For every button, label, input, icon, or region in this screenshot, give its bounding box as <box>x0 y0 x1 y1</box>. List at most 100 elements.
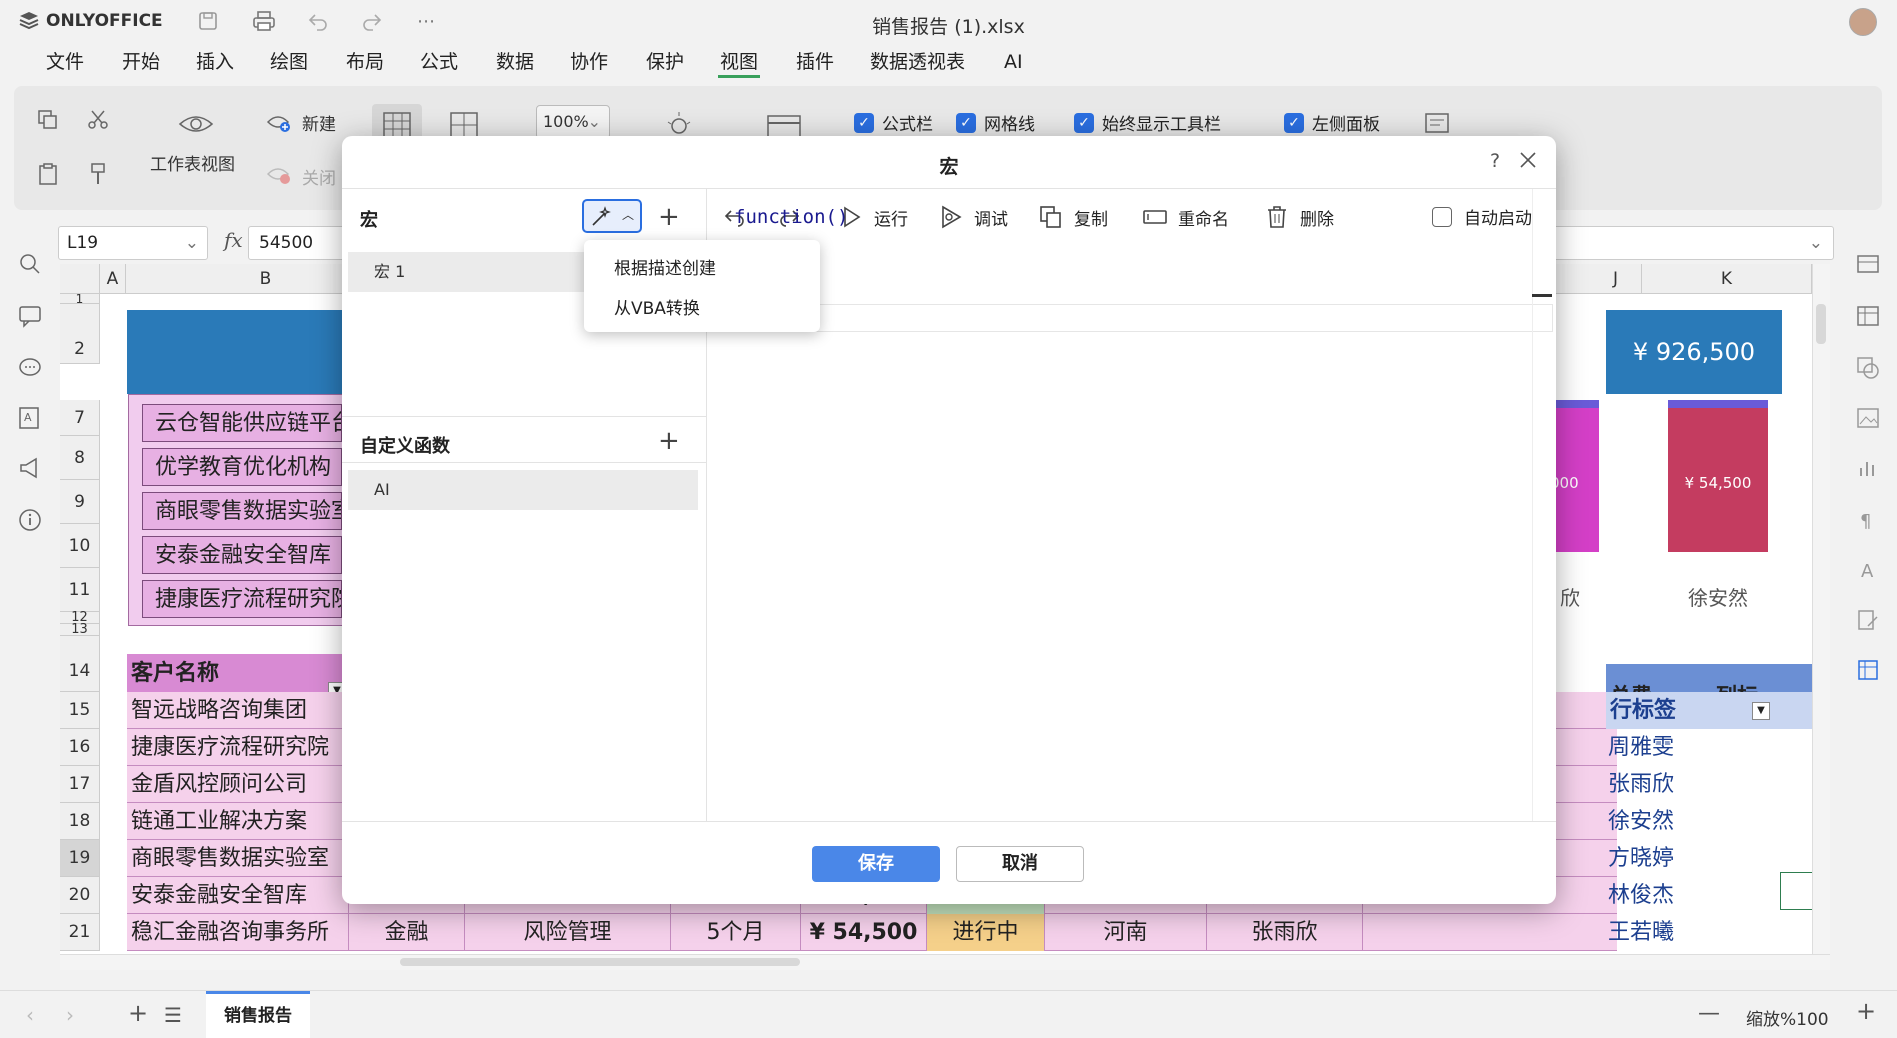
signature-icon[interactable] <box>1856 608 1882 634</box>
menu-plugins[interactable]: 插件 <box>794 48 836 78</box>
name-box[interactable]: L19 ⌄ <box>58 226 208 260</box>
print-icon[interactable] <box>252 10 276 34</box>
copy-button[interactable]: 复制 <box>1038 204 1108 230</box>
row-header-14[interactable]: 14 <box>60 636 100 692</box>
save-icon[interactable] <box>196 10 220 34</box>
zoom-select[interactable]: 100% ⌄ <box>536 105 610 139</box>
new-view-button[interactable]: 新建 <box>302 110 336 135</box>
zoom-out-icon[interactable]: — <box>1698 1001 1720 1026</box>
menu-item-create-from-description[interactable]: 根据描述创建 <box>614 254 716 279</box>
row-header-21[interactable]: 21 <box>60 914 100 951</box>
function-icon[interactable]: fx <box>224 228 243 252</box>
menu-draw[interactable]: 绘图 <box>268 48 310 78</box>
horizontal-scroll-thumb[interactable] <box>400 958 800 966</box>
autostart-checkbox[interactable] <box>1432 206 1452 227</box>
horizontal-scrollbar[interactable] <box>60 954 1830 970</box>
sheet-view-label[interactable]: 工作表视图 <box>150 150 235 175</box>
always-show-toolbar-toggle[interactable]: ✓ 始终显示工具栏 <box>1074 110 1221 135</box>
add-macro-icon[interactable]: + <box>658 204 680 230</box>
info-icon[interactable] <box>18 508 44 534</box>
menu-pivot[interactable]: 数据透视表 <box>868 48 967 78</box>
row-header-2[interactable]: 2 <box>60 304 100 364</box>
shape-settings-icon[interactable] <box>1856 356 1882 382</box>
vertical-scrollbar[interactable] <box>1812 264 1830 954</box>
run-button[interactable]: 运行 <box>838 204 908 230</box>
row-header-18[interactable]: 18 <box>60 803 100 840</box>
cut-icon[interactable] <box>86 108 112 134</box>
column-header-k[interactable]: K <box>1642 264 1812 294</box>
menu-data[interactable]: 数据 <box>494 48 536 78</box>
feedback-icon[interactable] <box>18 456 44 482</box>
zoom-in-icon[interactable]: + <box>1856 997 1876 1025</box>
find-icon[interactable] <box>18 252 44 278</box>
table-row[interactable]: 稳汇金融咨询事务所 金融 风险管理 5个月 ¥ 54,500 进行中 河南 张雨… <box>127 914 1617 951</box>
theme-icon[interactable] <box>664 108 694 138</box>
close-view-button[interactable]: 关闭 <box>302 164 336 189</box>
gridlines-toggle[interactable]: ✓ 网格线 <box>956 110 1035 135</box>
pivot-settings-icon[interactable] <box>1856 658 1882 684</box>
table-settings-icon[interactable] <box>1856 304 1882 330</box>
cell-settings-icon[interactable] <box>1856 252 1882 278</box>
column-header-j[interactable]: J <box>1590 264 1642 294</box>
text-art-icon[interactable]: A <box>1856 558 1882 584</box>
menu-collaborate[interactable]: 协作 <box>568 48 610 78</box>
autostart-toggle[interactable]: 自动启动 <box>1432 204 1532 229</box>
menu-home[interactable]: 开始 <box>120 48 162 78</box>
menu-layout[interactable]: 布局 <box>344 48 386 78</box>
editor-scroll-thumb[interactable] <box>1532 294 1552 297</box>
cancel-button[interactable]: 取消 <box>956 846 1084 882</box>
formula-bar-toggle[interactable]: ✓ 公式栏 <box>854 110 933 135</box>
row-header-1[interactable]: 1 <box>60 293 100 305</box>
row-header-7[interactable]: 7 <box>60 400 100 436</box>
row-header-20[interactable]: 20 <box>60 877 100 914</box>
spellcheck-icon[interactable]: A <box>18 406 44 432</box>
pivot-filter-icon[interactable]: ▼ <box>1752 702 1770 720</box>
sheet-tab[interactable]: 销售报告 <box>206 991 310 1038</box>
function-item[interactable]: AI <box>348 470 698 510</box>
eye-icon[interactable] <box>178 112 214 138</box>
more-icon[interactable]: ⋯ <box>414 10 438 34</box>
row-header-11[interactable]: 11 <box>60 568 100 612</box>
comments-icon[interactable] <box>18 304 44 330</box>
row-header-10[interactable]: 10 <box>60 524 100 568</box>
sheet-list-icon[interactable]: ☰ <box>164 1003 182 1027</box>
row-header-16[interactable]: 16 <box>60 729 100 766</box>
left-panel-toggle[interactable]: ✓ 左侧面板 <box>1284 110 1380 135</box>
row-header-15[interactable]: 15 <box>60 692 100 729</box>
debug-button[interactable]: 调试 <box>938 204 1008 230</box>
redo-icon[interactable] <box>360 10 384 34</box>
select-all-corner[interactable] <box>60 264 100 294</box>
vertical-scroll-thumb[interactable] <box>1816 304 1826 344</box>
code-function-line[interactable]: function() <box>734 206 848 228</box>
close-icon[interactable] <box>1518 148 1538 176</box>
menu-item-convert-from-vba[interactable]: 从VBA转换 <box>614 294 700 319</box>
menu-ai[interactable]: AI <box>1002 48 1025 78</box>
user-avatar[interactable] <box>1849 8 1877 36</box>
next-sheet-icon[interactable]: › <box>66 1003 74 1027</box>
copy-icon[interactable] <box>36 108 62 134</box>
row-header-13[interactable]: 13 <box>60 623 100 636</box>
chat-icon[interactable] <box>18 356 44 382</box>
delete-button[interactable]: 删除 <box>1264 204 1334 230</box>
format-painter-icon[interactable] <box>86 162 112 188</box>
menu-formula[interactable]: 公式 <box>418 48 460 78</box>
row-header-17[interactable]: 17 <box>60 766 100 803</box>
column-header-a[interactable]: A <box>100 264 126 294</box>
add-sheet-icon[interactable]: + <box>128 999 148 1027</box>
menu-protect[interactable]: 保护 <box>644 48 686 78</box>
row-header-19[interactable]: 19 <box>60 840 100 877</box>
row-header-9[interactable]: 9 <box>60 480 100 524</box>
image-settings-icon[interactable] <box>1856 406 1882 432</box>
add-function-icon[interactable]: + <box>658 428 680 454</box>
row-header-8[interactable]: 8 <box>60 436 100 480</box>
help-icon[interactable]: ? <box>1490 150 1500 172</box>
menu-file[interactable]: 文件 <box>44 48 86 78</box>
menu-view[interactable]: 视图 <box>718 48 761 78</box>
prev-sheet-icon[interactable]: ‹ <box>26 1003 34 1027</box>
ai-create-button[interactable]: ︿ <box>582 199 642 233</box>
chart-settings-icon[interactable] <box>1856 456 1882 482</box>
paste-icon[interactable] <box>36 162 62 188</box>
menu-insert[interactable]: 插入 <box>194 48 236 78</box>
rename-button[interactable]: 重命名 <box>1142 204 1229 230</box>
save-button[interactable]: 保存 <box>812 846 940 882</box>
